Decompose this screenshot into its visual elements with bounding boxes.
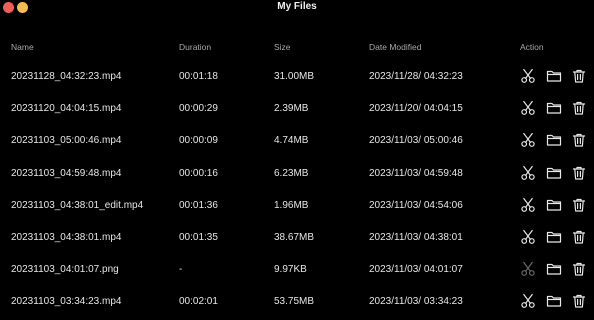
file-name: 20231103_04:38:01.mp4 — [11, 232, 122, 243]
scissors-icon[interactable] — [520, 229, 536, 245]
file-duration: 00:00:09 — [179, 135, 218, 147]
file-size: 31.00MB — [274, 71, 315, 82]
folder-icon[interactable] — [546, 68, 562, 84]
trash-icon[interactable] — [571, 293, 587, 309]
file-date-modified: 2023/11/03/ 05:00:46 — [369, 135, 463, 147]
file-size: 4.74MB — [274, 135, 309, 147]
scissors-icon[interactable] — [520, 132, 536, 148]
scissors-icon — [520, 261, 536, 277]
file-duration: 00:01:35 — [179, 232, 218, 243]
scissors-icon[interactable] — [520, 100, 536, 116]
row-actions — [520, 261, 590, 281]
table-row[interactable]: 20231103_03:34:23.mp4 00:02:01 53.75MB 2… — [0, 293, 594, 315]
file-size: 2.39MB — [274, 103, 309, 115]
column-header-date-modified[interactable]: Date Modified — [369, 42, 421, 52]
folder-icon[interactable] — [546, 293, 562, 309]
file-date-modified: 2023/11/03/ 04:54:06 — [369, 199, 463, 211]
file-date-modified: 2023/11/20/ 04:04:15 — [369, 103, 463, 115]
row-actions — [520, 197, 590, 217]
file-name: 20231103_04:59:48.mp4 — [11, 167, 122, 179]
table-row[interactable]: 20231103_05:00:46.mp4 00:00:09 4.74MB 20… — [0, 132, 594, 154]
folder-icon[interactable] — [546, 165, 562, 181]
table-header: Name Duration Size Date Modified Action — [0, 42, 594, 56]
file-size: 53.75MB — [274, 296, 315, 308]
row-actions — [520, 132, 590, 152]
file-duration: 00:00:29 — [179, 103, 218, 115]
row-actions — [520, 165, 590, 185]
file-name: 20231120_04:04:15.mp4 — [11, 103, 122, 115]
row-actions — [520, 229, 590, 249]
folder-icon[interactable] — [546, 132, 562, 148]
file-date-modified: 2023/11/28/ 04:32:23 — [369, 71, 463, 82]
file-size: 1.96MB — [274, 199, 309, 211]
file-date-modified: 2023/11/03/ 04:59:48 — [369, 167, 463, 179]
table-row[interactable]: 20231103_04:59:48.mp4 00:00:16 6.23MB 20… — [0, 165, 594, 187]
folder-icon[interactable] — [546, 229, 562, 245]
row-actions — [520, 293, 590, 313]
file-date-modified: 2023/11/03/ 04:38:01 — [369, 232, 463, 243]
scissors-icon[interactable] — [520, 293, 536, 309]
file-size: 38.67MB — [274, 232, 315, 243]
row-actions — [520, 100, 590, 120]
file-size: 6.23MB — [274, 167, 309, 179]
file-name: 20231103_04:38:01_edit.mp4 — [11, 199, 144, 211]
file-name: 20231103_04:01:07.png — [11, 264, 119, 276]
file-duration: 00:02:01 — [179, 296, 218, 308]
scissors-icon[interactable] — [520, 165, 536, 181]
row-actions — [520, 68, 590, 88]
file-name: 20231103_05:00:46.mp4 — [11, 135, 122, 147]
column-header-size[interactable]: Size — [274, 42, 291, 52]
table-row[interactable]: 20231128_04:32:23.mp4 00:01:18 31.00MB 2… — [0, 68, 594, 90]
file-duration: 00:00:16 — [179, 167, 218, 179]
file-name: 20231103_03:34:23.mp4 — [11, 296, 122, 308]
trash-icon[interactable] — [571, 229, 587, 245]
folder-icon[interactable] — [546, 197, 562, 213]
file-name: 20231128_04:32:23.mp4 — [11, 71, 122, 82]
file-size: 9.97KB — [274, 264, 307, 276]
scissors-icon[interactable] — [520, 197, 536, 213]
column-header-name[interactable]: Name — [11, 42, 34, 52]
file-duration: 00:01:18 — [179, 71, 218, 82]
title-bar: My Files — [0, 0, 594, 20]
file-date-modified: 2023/11/03/ 04:01:07 — [369, 264, 463, 276]
trash-icon[interactable] — [571, 165, 587, 181]
table-row[interactable]: 20231120_04:04:15.mp4 00:00:29 2.39MB 20… — [0, 100, 594, 122]
table-row[interactable]: 20231103_04:38:01_edit.mp4 00:01:36 1.96… — [0, 197, 594, 219]
trash-icon[interactable] — [571, 100, 587, 116]
scissors-icon[interactable] — [520, 68, 536, 84]
folder-icon[interactable] — [546, 261, 562, 277]
trash-icon[interactable] — [571, 197, 587, 213]
column-header-duration[interactable]: Duration — [179, 42, 211, 52]
file-duration: 00:01:36 — [179, 199, 218, 211]
column-header-action: Action — [520, 42, 544, 52]
window-title: My Files — [277, 1, 317, 12]
trash-icon[interactable] — [571, 132, 587, 148]
table-row[interactable]: 20231103_04:38:01.mp4 00:01:35 38.67MB 2… — [0, 229, 594, 251]
trash-icon[interactable] — [571, 68, 587, 84]
file-date-modified: 2023/11/03/ 03:34:23 — [369, 296, 463, 308]
folder-icon[interactable] — [546, 100, 562, 116]
trash-icon[interactable] — [571, 261, 587, 277]
file-duration: - — [179, 264, 183, 276]
table-row[interactable]: 20231103_04:01:07.png - 9.97KB 2023/11/0… — [0, 261, 594, 283]
